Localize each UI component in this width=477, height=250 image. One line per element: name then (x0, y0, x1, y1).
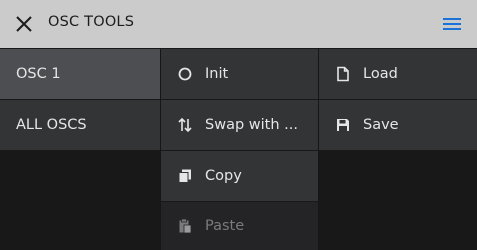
target-osc1-item[interactable]: OSC 1 (0, 49, 160, 99)
init-label: Init (205, 66, 229, 82)
save-button[interactable]: Save (319, 100, 477, 150)
paste-button[interactable]: Paste (161, 202, 318, 250)
page-title: OSC TOOLS (48, 14, 135, 30)
load-button[interactable]: Load (319, 49, 477, 99)
target-all-oscs-item[interactable]: ALL OSCS (0, 100, 160, 150)
file-column: Load Save (319, 48, 477, 250)
tools-panel: OSC 1 ALL OSCS Init Swap with ... Copy P… (0, 48, 477, 250)
swap-with-button[interactable]: Swap with ... (161, 100, 318, 150)
target-label: ALL OSCS (16, 117, 87, 133)
copy-icon (177, 168, 193, 184)
file-icon (335, 66, 351, 82)
menu-button[interactable] (441, 15, 463, 33)
init-button[interactable]: Init (161, 49, 318, 99)
target-label: OSC 1 (16, 66, 61, 82)
target-column: OSC 1 ALL OSCS (0, 48, 160, 250)
swap-label: Swap with ... (205, 117, 298, 133)
close-icon (16, 16, 32, 32)
action-column: Init Swap with ... Copy Paste (161, 48, 318, 250)
save-icon (335, 117, 351, 133)
load-label: Load (363, 66, 398, 82)
close-button[interactable] (14, 14, 34, 34)
header-bar: OSC TOOLS (0, 0, 477, 48)
circle-icon (177, 66, 193, 82)
paste-label: Paste (205, 218, 245, 234)
paste-icon (177, 218, 193, 234)
copy-button[interactable]: Copy (161, 151, 318, 201)
swap-icon (177, 117, 193, 133)
save-label: Save (363, 117, 399, 133)
copy-label: Copy (205, 168, 242, 184)
hamburger-icon (443, 18, 461, 30)
